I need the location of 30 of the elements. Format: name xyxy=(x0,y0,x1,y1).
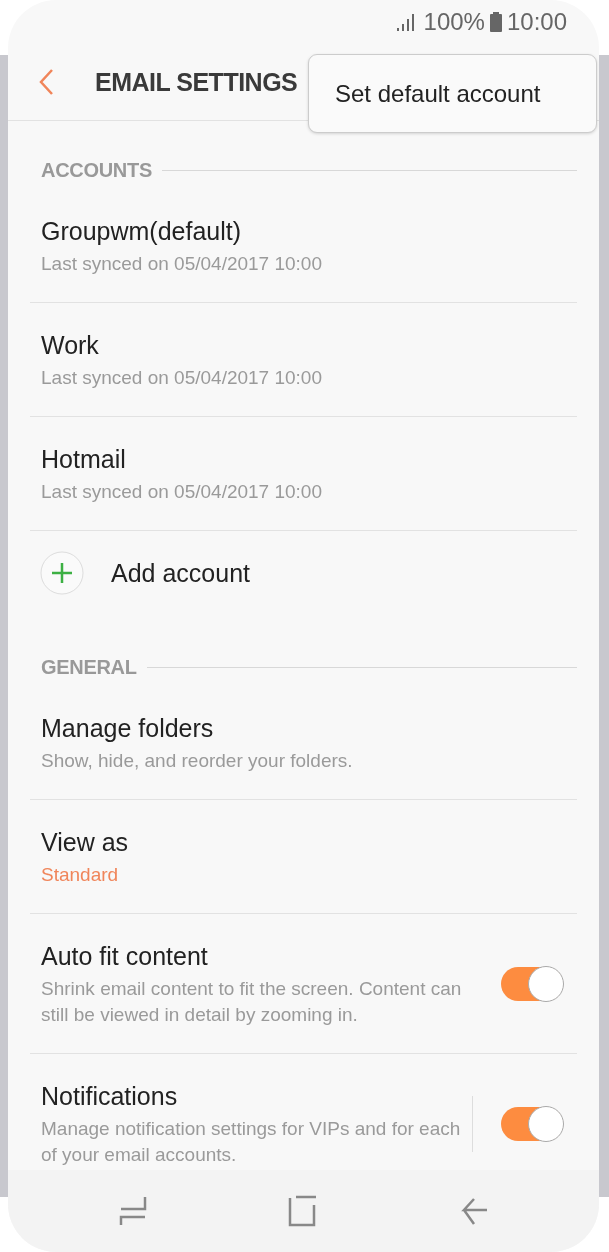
item-description: Shrink email content to fit the screen. Content can still be viewed in detail by zooming in. xyxy=(41,977,463,1027)
item-title[interactable]: Notifications xyxy=(41,1080,462,1112)
signal-icon xyxy=(396,13,417,31)
item-description: Last synced on 05/04/2017 10:00 xyxy=(41,480,323,504)
plus-icon xyxy=(40,551,84,595)
item-title[interactable]: Work xyxy=(41,329,563,361)
item-title[interactable]: Groupwm(default) xyxy=(41,215,563,247)
section-header: GENERAL xyxy=(41,655,137,679)
toggle-switch[interactable] xyxy=(501,1107,563,1141)
item-description: Show, hide, and reorder your folders. xyxy=(41,749,354,773)
item-description: Last synced on 05/04/2017 10:00 xyxy=(41,252,323,276)
clock: 10:00 xyxy=(506,8,567,36)
menu-item[interactable]: Set default account xyxy=(309,55,596,132)
item-title[interactable]: Auto fit content xyxy=(41,940,481,972)
section-header: ACCOUNTS xyxy=(41,158,152,182)
item-title[interactable]: Manage folders xyxy=(41,712,563,744)
add-account-item[interactable]: Add account xyxy=(30,531,577,618)
screen-title: EMAIL SETTINGS xyxy=(95,67,298,97)
back-icon[interactable] xyxy=(38,68,54,96)
item-title[interactable]: Hotmail xyxy=(41,443,563,475)
item-value: Standard xyxy=(41,863,120,887)
battery-percentage: 100% xyxy=(423,8,485,36)
toggle-switch[interactable] xyxy=(501,967,563,1001)
battery-icon xyxy=(489,12,502,32)
item-description: Manage notification settings for VIPs and for each of your email accounts. xyxy=(41,1117,462,1167)
back-navigation-icon[interactable] xyxy=(460,1196,489,1226)
recents-icon[interactable] xyxy=(118,1195,147,1227)
home-icon[interactable] xyxy=(288,1195,319,1227)
item-title[interactable]: View as xyxy=(41,826,563,858)
item-description: Last synced on 05/04/2017 10:00 xyxy=(41,366,323,390)
